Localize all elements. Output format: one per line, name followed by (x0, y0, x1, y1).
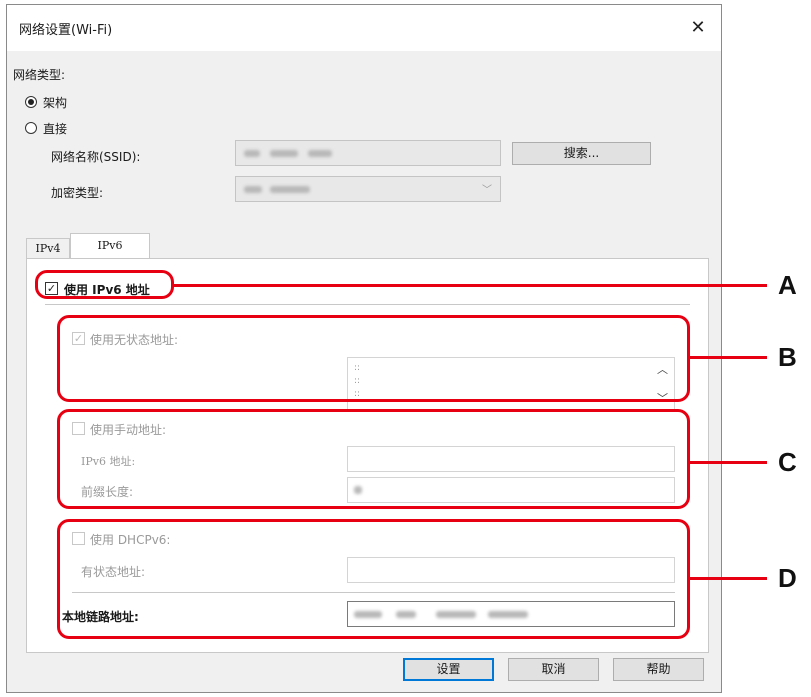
encryption-label: 加密类型: (51, 186, 104, 200)
callout-label-b: B (778, 342, 797, 372)
divider (45, 304, 690, 305)
tab-ipv6[interactable]: IPv6 (70, 233, 150, 260)
chevron-down-icon: ﹀ (482, 185, 492, 196)
encryption-select[interactable]: ﹀ (235, 176, 501, 202)
network-type-label: 网络类型: (13, 68, 66, 82)
close-button[interactable]: ✕ (681, 11, 715, 45)
close-icon: ✕ (690, 17, 706, 38)
callout-label-c: C (778, 447, 797, 477)
callout-line-b (690, 356, 767, 359)
callout-box-b (57, 315, 690, 402)
ssid-label: 网络名称(SSID): (51, 150, 141, 164)
title-bar: 网络设置(Wi-Fi) ✕ (7, 5, 721, 51)
callout-line-c (690, 461, 767, 464)
callout-box-a (35, 270, 174, 299)
cancel-button[interactable]: 取消 (508, 658, 599, 681)
callout-label-d: D (778, 563, 797, 593)
help-button[interactable]: 帮助 (613, 658, 704, 681)
callout-line-d (690, 577, 767, 580)
search-button[interactable]: 搜索... (512, 142, 651, 165)
dialog-title: 网络设置(Wi-Fi) (19, 23, 113, 38)
tab-ipv4[interactable]: IPv4 (26, 238, 70, 259)
ok-button[interactable]: 设置 (403, 658, 494, 681)
callout-box-c (57, 409, 690, 509)
radio-infrastructure-label: 架构 (43, 96, 68, 110)
callout-box-d (57, 519, 690, 639)
radio-direct-label: 直接 (43, 122, 68, 136)
callout-line-a (174, 284, 767, 287)
tab-ipv4-label: IPv4 (35, 242, 61, 255)
ssid-field[interactable] (235, 140, 501, 166)
radio-infrastructure[interactable] (25, 96, 37, 108)
tab-ipv6-label: IPv6 (97, 239, 123, 252)
callout-label-a: A (778, 270, 797, 300)
radio-direct[interactable] (25, 122, 37, 134)
